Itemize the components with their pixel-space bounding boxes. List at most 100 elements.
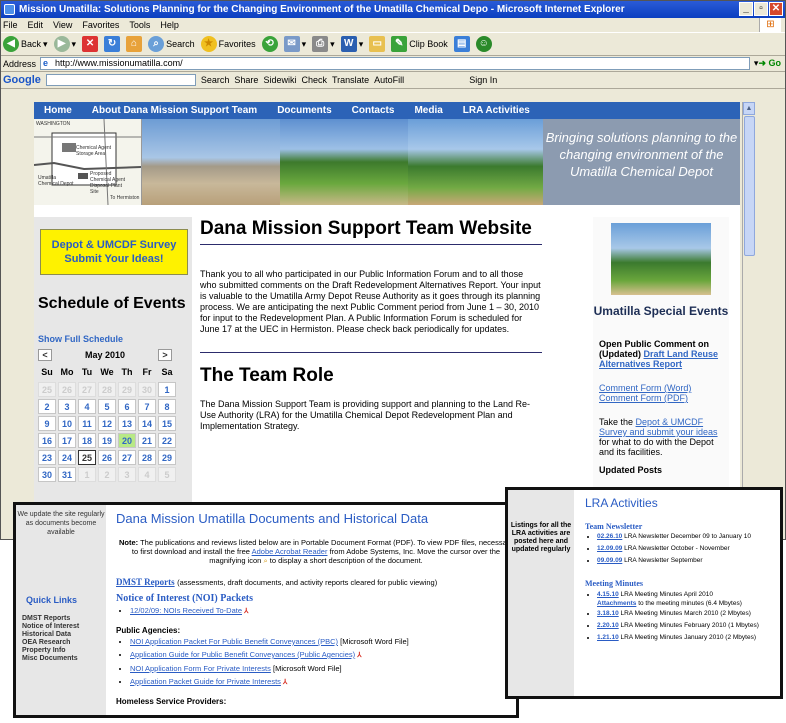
show-full-schedule-link[interactable]: Show Full Schedule <box>38 334 123 344</box>
calendar-day[interactable]: 25 <box>78 450 96 465</box>
calendar-day[interactable]: 4 <box>78 399 96 414</box>
calendar-day[interactable]: 27 <box>118 450 136 465</box>
history-button[interactable]: ⟲ <box>261 36 278 52</box>
scroll-up-icon[interactable]: ▲ <box>743 102 755 115</box>
print-button[interactable]: ⎙ ▾ <box>312 36 335 52</box>
minutes-link[interactable]: 2.20.10 <box>597 622 619 629</box>
newsletter-link[interactable]: 09.09.09 <box>597 557 622 564</box>
calendar-day[interactable]: 9 <box>38 416 56 431</box>
google-check-button[interactable]: Check <box>301 75 327 85</box>
nav-media[interactable]: Media <box>404 102 452 119</box>
quick-link-item[interactable]: Misc Documents <box>22 655 79 663</box>
nav-documents[interactable]: Documents <box>267 102 341 119</box>
dmst-reports-link[interactable]: DMST Reports <box>116 577 175 587</box>
calendar-day[interactable]: 28 <box>138 450 156 465</box>
messenger-button[interactable]: ☺ <box>475 36 492 52</box>
menu-tools[interactable]: Tools <box>129 18 150 32</box>
minutes-link[interactable]: 4.15.10 <box>597 591 619 598</box>
comment-form-word-link[interactable]: Comment Form (Word) <box>599 383 725 393</box>
nav-home[interactable]: Home <box>34 102 82 119</box>
calendar-prev-button[interactable]: < <box>38 349 52 361</box>
survey-button[interactable]: Depot & UMCDF Survey Submit Your Ideas! <box>40 229 188 275</box>
address-input[interactable]: http://www.missionumatilla.com/ <box>40 57 750 70</box>
google-share-button[interactable]: Share <box>234 75 258 85</box>
research-button[interactable]: ▤ <box>453 36 470 52</box>
calendar-day[interactable]: 16 <box>38 433 56 448</box>
nav-lra-activities[interactable]: LRA Activities <box>453 102 540 119</box>
google-sidewiki-button[interactable]: Sidewiki <box>263 75 296 85</box>
calendar-day[interactable]: 12 <box>98 416 116 431</box>
acrobat-reader-link[interactable]: Adobe Acrobat Reader <box>252 547 328 556</box>
quick-link-item[interactable]: DMST Reports <box>22 615 79 623</box>
favorites-button[interactable]: ★ Favorites <box>200 36 256 52</box>
minutes-link[interactable]: 1.21.10 <box>597 634 619 641</box>
forward-button[interactable]: ▶ ▾ <box>53 36 76 52</box>
attachments-link[interactable]: Attachments <box>597 600 636 607</box>
menu-view[interactable]: View <box>53 18 72 32</box>
newsletter-link[interactable]: 02.26.10 <box>597 533 622 540</box>
menu-file[interactable]: File <box>3 18 18 32</box>
calendar-day[interactable]: 18 <box>78 433 96 448</box>
calendar-day[interactable]: 3 <box>58 399 76 414</box>
calendar-day[interactable]: 6 <box>118 399 136 414</box>
nav-contacts[interactable]: Contacts <box>342 102 405 119</box>
quick-link-item[interactable]: Property Info <box>22 647 79 655</box>
go-button[interactable]: ➜ Go <box>758 58 785 69</box>
back-button[interactable]: ◀ Back ▾ <box>3 36 48 52</box>
calendar-day[interactable]: 11 <box>78 416 96 431</box>
calendar-day[interactable]: 2 <box>38 399 56 414</box>
mail-button[interactable]: ✉ ▾ <box>283 36 306 52</box>
calendar-day[interactable]: 20 <box>118 433 136 448</box>
calendar-day[interactable]: 21 <box>138 433 156 448</box>
calendar-day[interactable]: 7 <box>138 399 156 414</box>
comment-form-pdf-link[interactable]: Comment Form (PDF) <box>599 393 725 403</box>
calendar-day[interactable]: 13 <box>118 416 136 431</box>
calendar-day[interactable]: 17 <box>58 433 76 448</box>
calendar-day[interactable]: 29 <box>158 450 176 465</box>
calendar-day[interactable]: 23 <box>38 450 56 465</box>
calendar-day[interactable]: 24 <box>58 450 76 465</box>
search-button[interactable]: ⌕ Search <box>148 36 195 52</box>
calendar-day[interactable]: 15 <box>158 416 176 431</box>
calendar-day[interactable]: 31 <box>58 467 76 482</box>
menu-help[interactable]: Help <box>160 18 179 32</box>
noi-received-link[interactable]: 12/02/09: NOIs Received To-Date <box>130 606 242 615</box>
calendar-day[interactable]: 26 <box>98 450 116 465</box>
calendar-day[interactable]: 19 <box>98 433 116 448</box>
calendar-day[interactable]: 22 <box>158 433 176 448</box>
maximize-button[interactable]: ▫ <box>754 2 768 16</box>
folder-button[interactable]: ▭ <box>369 36 386 52</box>
scroll-thumb[interactable] <box>744 116 755 256</box>
agency-doc-link[interactable]: Application Guide for Public Benefit Con… <box>130 650 355 659</box>
menu-edit[interactable]: Edit <box>28 18 44 32</box>
google-translate-button[interactable]: Translate <box>332 75 369 85</box>
menu-favorites[interactable]: Favorites <box>82 18 119 32</box>
calendar-day[interactable]: 5 <box>98 399 116 414</box>
quick-link-item[interactable]: OEA Research <box>22 639 79 647</box>
minimize-button[interactable]: _ <box>739 2 753 16</box>
calendar-day[interactable]: 14 <box>138 416 156 431</box>
close-button[interactable]: ✕ <box>769 2 783 16</box>
google-search-input[interactable] <box>45 74 196 86</box>
google-search-button[interactable]: Search <box>201 75 230 85</box>
stop-button[interactable]: ✕ <box>82 36 99 52</box>
calendar-next-button[interactable]: > <box>158 349 172 361</box>
quick-link-item[interactable]: Notice of Interest <box>22 623 79 631</box>
calendar-day[interactable]: 8 <box>158 399 176 414</box>
nav-about[interactable]: About Dana Mission Support Team <box>82 102 267 119</box>
calendar-day[interactable]: 1 <box>158 382 176 397</box>
home-button[interactable]: ⌂ <box>126 36 143 52</box>
refresh-button[interactable]: ↻ <box>104 36 121 52</box>
google-autofill-button[interactable]: AutoFill <box>374 75 404 85</box>
word-button[interactable]: W ▾ <box>340 36 363 52</box>
page-scrollbar[interactable]: ▲ <box>742 102 755 502</box>
window-titlebar[interactable]: Mission Umatilla: Solutions Planning for… <box>1 1 785 18</box>
agency-doc-link[interactable]: NOI Application Form For Private Interes… <box>130 664 271 673</box>
clipbook-button[interactable]: ✎ Clip Book <box>391 36 448 52</box>
quick-link-item[interactable]: Historical Data <box>22 631 79 639</box>
minutes-link[interactable]: 3.18.10 <box>597 610 619 617</box>
calendar-day[interactable]: 10 <box>58 416 76 431</box>
agency-doc-link[interactable]: Application Packet Guide for Private Int… <box>130 677 281 686</box>
agency-doc-link[interactable]: NOI Application Packet For Public Benefi… <box>130 637 338 646</box>
newsletter-link[interactable]: 12.09.09 <box>597 545 622 552</box>
